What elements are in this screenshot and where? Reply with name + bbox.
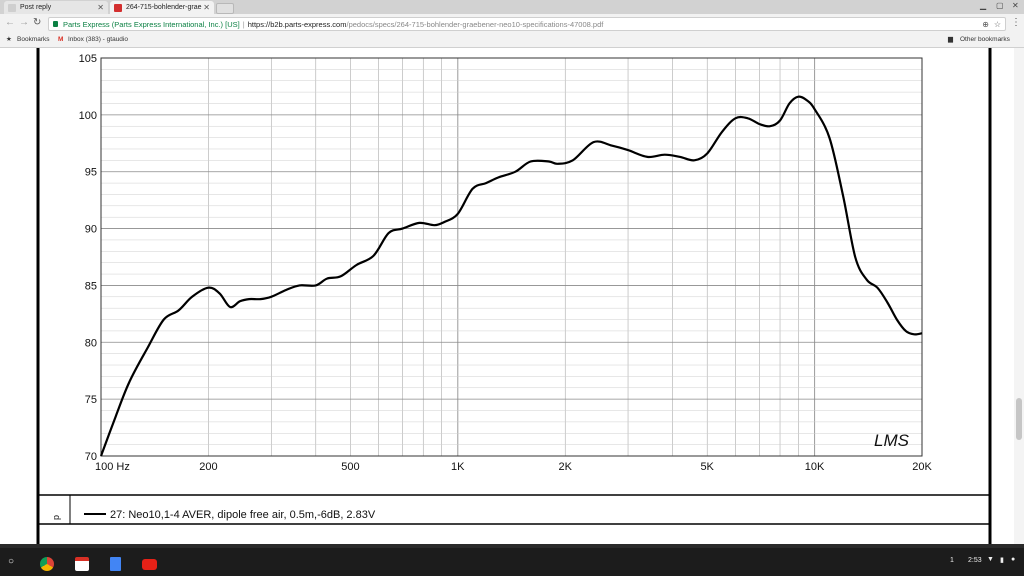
x-tick-label: 200 — [199, 461, 217, 473]
x-tick-label: 20K — [912, 461, 932, 473]
docs-icon[interactable] — [110, 557, 121, 571]
tab-title: 264-715-bohlender-grae — [126, 4, 202, 11]
chrome-icon[interactable] — [40, 557, 54, 571]
youtube-icon[interactable] — [142, 559, 157, 570]
close-window-icon[interactable]: ✕ — [1012, 1, 1019, 10]
x-tick-label: 1K — [451, 461, 465, 473]
omnibox-separator: | — [242, 20, 245, 29]
side-letter: p — [51, 515, 61, 520]
frequency-response-chart: 105100959085807570100 Hz 200 500 1K 2K 5K 10K 2… — [36, 48, 992, 544]
other-bookmarks[interactable]: Other bookmarks — [960, 33, 1010, 47]
notification-count: 1 — [950, 557, 954, 564]
zoom-icon[interactable]: ⊕ — [982, 18, 989, 30]
x-tick-label: 100 Hz — [95, 461, 130, 473]
new-tab-button[interactable] — [216, 3, 234, 14]
lock-icon — [53, 21, 58, 27]
star-icon[interactable]: ☆ — [994, 18, 1001, 30]
x-tick-label: 5K — [700, 461, 714, 473]
bookmarks-star-icon: ★ — [6, 36, 12, 43]
tab-post-reply[interactable]: Post reply ✕ — [4, 1, 108, 14]
clock: 2:53 — [968, 557, 982, 564]
gmail-app-icon[interactable] — [75, 557, 89, 571]
url-path: /pedocs/specs/264-715-bohlender-graebene… — [346, 20, 604, 29]
x-tick-label: 500 — [341, 461, 359, 473]
wifi-icon: ▼ — [987, 556, 994, 563]
y-tick-label: 80 — [85, 337, 97, 349]
address-bar[interactable]: Parts Express (Parts Express Internation… — [48, 17, 1006, 31]
x-tick-label: 2K — [558, 461, 572, 473]
tab-pdf[interactable]: 264-715-bohlender-grae ✕ — [110, 1, 214, 14]
y-tick-label: 75 — [85, 394, 97, 406]
avatar[interactable]: ● — [1011, 556, 1015, 563]
y-tick-label: 85 — [85, 280, 97, 292]
y-tick-label: 95 — [85, 167, 97, 179]
vertical-scrollbar[interactable] — [1014, 48, 1024, 544]
bookmark-inbox[interactable]: Inbox (383) - gtaudio — [68, 33, 128, 47]
reload-icon[interactable]: ↻ — [33, 17, 41, 29]
bookmarks-label[interactable]: Bookmarks — [17, 33, 50, 47]
scrollbar-thumb[interactable] — [1016, 398, 1022, 440]
bookmarks-bar: ★ Bookmarks M Inbox (383) - gtaudio ▆ Ot… — [0, 33, 1024, 48]
battery-icon: ▮ — [1000, 557, 1004, 564]
pdf-favicon-icon — [114, 4, 122, 12]
tab-title: Post reply — [20, 4, 52, 11]
url-host: https://b2b.parts-express.com — [247, 20, 347, 29]
browser-toolbar: ← → ↻ Parts Express (Parts Express Inter… — [0, 14, 1024, 33]
close-tab-icon[interactable]: ✕ — [203, 1, 210, 14]
menu-icon[interactable]: ⋮ — [1011, 17, 1021, 29]
response-curve — [99, 95, 923, 457]
tab-strip: Post reply ✕ 264-715-bohlender-grae ✕ ▁ … — [0, 0, 1024, 14]
legend-label: 27: Neo10,1-4 AVER, dipole free air, 0.5… — [110, 509, 376, 521]
launcher-icon[interactable]: ○ — [8, 556, 14, 567]
y-tick-label: 100 — [79, 110, 97, 122]
pdf-viewer: 105 100 95 90 85 80 75 70 100 Hz 200 500 1K 2K 5K 10K 2… — [0, 48, 1024, 544]
close-tab-icon[interactable]: ✕ — [97, 1, 104, 14]
back-icon[interactable]: ← — [5, 17, 15, 29]
page-favicon-icon — [8, 4, 16, 12]
minimize-icon[interactable]: ▁ — [980, 1, 986, 10]
plot-border — [100, 57, 923, 457]
folder-icon: ▆ — [948, 36, 953, 43]
maximize-icon[interactable]: ▢ — [996, 1, 1004, 10]
security-label: Parts Express (Parts Express Internation… — [63, 20, 240, 29]
y-tick-label: 90 — [85, 224, 97, 236]
forward-icon[interactable]: → — [19, 17, 29, 29]
y-tick-label: 105 — [79, 53, 97, 65]
lms-annotation: LMS — [874, 431, 910, 450]
gmail-icon: M — [58, 36, 64, 43]
x-tick-label: 10K — [805, 461, 825, 473]
